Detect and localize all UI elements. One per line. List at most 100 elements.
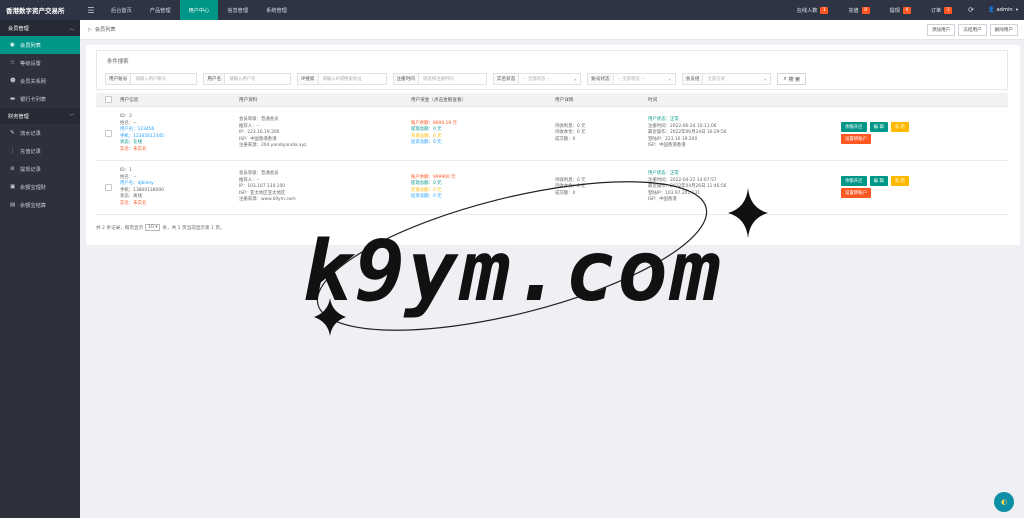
select-value: -- 全部状态 -- xyxy=(523,77,550,82)
sidebar-item-yuebao-finance[interactable]: ▣ 余额宝理财 xyxy=(0,178,80,196)
member-table: 用户信息 用户资料 用户资金（点击金额查看） 用户详情 时间 ID：2 姓名：-… xyxy=(96,93,1008,215)
search-button[interactable]: ⌕ 搜 索 xyxy=(777,73,807,85)
per-page-select[interactable]: 10 ▾ xyxy=(145,224,161,231)
sidebar-item-label: 提现记录 xyxy=(20,166,41,173)
action-row: 设置绑账户 xyxy=(841,187,1008,198)
profile-line: 注册来源：www.k9ym.com xyxy=(239,197,296,203)
row-checkbox[interactable] xyxy=(104,130,112,137)
group-select[interactable]: 全部方式 ▾ xyxy=(703,73,772,85)
chevron-right-icon: ▷ xyxy=(88,26,92,33)
user-info-cell: ID：1 姓名：-- 用户名：djbinny 手机：13800138000 状态… xyxy=(120,168,239,207)
chevron-up-icon: ︿ xyxy=(68,25,74,32)
list-icon: ⋮ xyxy=(10,148,16,154)
search-field-ip: IP搜索 请输入IP或搜索地址 xyxy=(297,73,387,85)
row-checkbox[interactable] xyxy=(104,184,112,191)
chat-icon[interactable]: ◐ xyxy=(994,492,1014,512)
search-field-group: 会员组 全部方式 ▾ xyxy=(681,73,772,85)
user-icon: ◉ xyxy=(10,42,15,48)
star-icon: ☆ xyxy=(10,60,15,66)
top-nav-item[interactable]: 产品管理 xyxy=(141,0,180,20)
top-nav-item[interactable]: 信息管理 xyxy=(218,0,257,20)
recharge-link[interactable]: 充值 0 xyxy=(848,6,870,14)
field-label: 实名状态 xyxy=(492,73,520,85)
balance-enable-button[interactable]: 余额开启 xyxy=(841,175,867,186)
sidebar-group-members[interactable]: 会员管理 ︿ xyxy=(0,20,80,36)
sidebar-item-member-network[interactable]: ☻ 会员关系网 xyxy=(0,72,80,90)
sidebar-item-label: 余额宝理财 xyxy=(20,184,46,191)
sidebar-item-yuebao-settlement[interactable]: ▤ 余额宝结算 xyxy=(0,196,80,214)
select-value: 全部方式 xyxy=(707,77,726,82)
online-count-link[interactable]: 在线人数 1 xyxy=(797,6,829,14)
sidebar-item-member-list[interactable]: ◉ 会员列表 xyxy=(0,36,80,54)
edit-button[interactable]: 编 辑 xyxy=(869,175,888,186)
top-nav-item-active[interactable]: 用户中心 xyxy=(179,0,219,20)
column-header: 时间 xyxy=(648,97,658,103)
action-row: 设置绑账户 xyxy=(841,133,1008,144)
refresh-icon[interactable]: ⟳ xyxy=(968,6,974,14)
sidebar-item-withdraw-records[interactable]: ⊛ 提现记录 xyxy=(0,160,80,178)
field-label: IP搜索 xyxy=(297,73,319,85)
username-input[interactable]: 请输入用户名 xyxy=(225,73,292,85)
user-funds-cell: 账户余额：999900 元 提现总额：0 元 充值总额：0 元 投资总额：0 元 xyxy=(411,175,555,201)
time-line: ISP：中国香港 xyxy=(648,197,677,203)
freeze-user-button[interactable]: 冻结用户 xyxy=(958,23,987,36)
sidebar-item-transactions[interactable]: ✎ 流水记录 xyxy=(0,124,80,142)
orders-link[interactable]: 订单 1 xyxy=(931,6,953,14)
bind-account-button[interactable]: 设置绑账户 xyxy=(841,133,871,144)
freeze-button[interactable]: 冻 结 xyxy=(890,121,909,132)
balance-enable-button[interactable]: 余额开启 xyxy=(841,121,867,132)
profile-line: 注册来源：204.yandiyandia.xyz xyxy=(239,143,307,149)
user-time-cell: 用户状态：正常 注册时间：2022-06-24 10:11:06 最近操作：20… xyxy=(648,117,841,150)
calc-icon: ▤ xyxy=(10,202,16,208)
withdraw-link[interactable]: 提现 0 xyxy=(890,6,911,14)
ip-input[interactable]: 请输入IP或搜索地址 xyxy=(318,73,387,85)
breadcrumb-label[interactable]: 会员列表 xyxy=(95,26,116,33)
menu-icon[interactable]: ☰ xyxy=(80,0,102,20)
account-status-select[interactable]: -- 全部状态 -- ▾ xyxy=(613,73,676,85)
top-nav-item[interactable]: 系统管理 xyxy=(257,0,296,20)
account-input[interactable]: 请输入用户账号 xyxy=(131,73,198,85)
field-label: 注册时间 xyxy=(392,73,419,85)
user-details-cell: 待收利息：0 元 待收本金：0 元 成交额：0 xyxy=(555,124,648,144)
select-all-checkbox[interactable] xyxy=(104,96,112,103)
field-label: 会员组 xyxy=(681,73,704,85)
realname-select[interactable]: -- 全部状态 -- ▾ xyxy=(519,73,582,85)
edit-button[interactable]: 编 辑 xyxy=(869,121,888,132)
freeze-button[interactable]: 冻 结 xyxy=(890,175,909,186)
admin-name: admin xyxy=(996,7,1013,13)
per-page-value: 10 xyxy=(148,225,154,230)
sidebar-item-level-settings[interactable]: ☆ 等级设置 xyxy=(0,54,80,72)
sidebar-item-bank-cards[interactable]: ▬ 银行卡列表 xyxy=(0,90,80,108)
invest-total-link[interactable]: 投资总额：0 元 xyxy=(411,140,555,147)
field-label: 用户名 xyxy=(203,73,226,85)
sidebar-item-recharge-records[interactable]: ⋮ 充值记录 xyxy=(0,142,80,160)
search-button-label: 搜 索 xyxy=(788,76,801,83)
sidebar-item-label: 等级设置 xyxy=(20,60,41,67)
search-field-realname: 实名状态 -- 全部状态 -- ▾ xyxy=(492,73,582,85)
details-line: 成交额：0 xyxy=(555,136,576,142)
card-icon: ▬ xyxy=(10,96,16,102)
admin-menu[interactable]: 👤 admin ▾ xyxy=(988,7,1018,13)
field-label: 用户账号 xyxy=(105,73,132,85)
search-row: 用户账号 请输入用户账号 用户名 请输入用户名 IP搜索 请输入IP或搜索地址 … xyxy=(105,73,807,85)
delete-user-button[interactable]: 删除用户 xyxy=(989,23,1018,36)
sidebar-item-label: 会员列表 xyxy=(20,42,41,49)
wallet-icon: ▣ xyxy=(10,184,16,190)
add-user-button[interactable]: 添加用户 xyxy=(926,23,956,36)
user-icon: 👤 xyxy=(988,7,995,13)
row-select-cell xyxy=(96,130,120,137)
regtime-input[interactable]: 请选择注册时间 xyxy=(418,73,487,85)
top-nav: 后台首页 产品管理 用户中心 信息管理 系统管理 xyxy=(102,0,296,20)
bind-account-button[interactable]: 设置绑账户 xyxy=(841,187,871,198)
sidebar-item-label: 余额宝结算 xyxy=(20,202,46,209)
action-row: 余额开启 编 辑 冻 结 xyxy=(841,121,1008,132)
sidebar: 会员管理 ︿ ◉ 会员列表 ☆ 等级设置 ☻ 会员关系网 ▬ 银行卡列表 财务管… xyxy=(0,20,80,518)
search-field-regtime: 注册时间 请选择注册时间 xyxy=(392,73,487,85)
search-field-account-status: 账号状态 -- 全部状态 -- ▾ xyxy=(587,73,676,85)
sidebar-group-finance[interactable]: 财务管理 ﹀ xyxy=(0,108,80,124)
invest-total-link[interactable]: 投资总额：0 元 xyxy=(411,194,555,201)
top-nav-item[interactable]: 后台首页 xyxy=(102,0,141,20)
search-panel: 条件搜索 用户账号 请输入用户账号 用户名 请输入用户名 IP搜索 请输入IP或… xyxy=(96,50,1008,90)
stat-badge: 0 xyxy=(902,6,911,14)
top-right-area: 在线人数 1 充值 0 提现 0 订单 1 ⟳ 👤 admin ▾ xyxy=(777,0,1024,20)
